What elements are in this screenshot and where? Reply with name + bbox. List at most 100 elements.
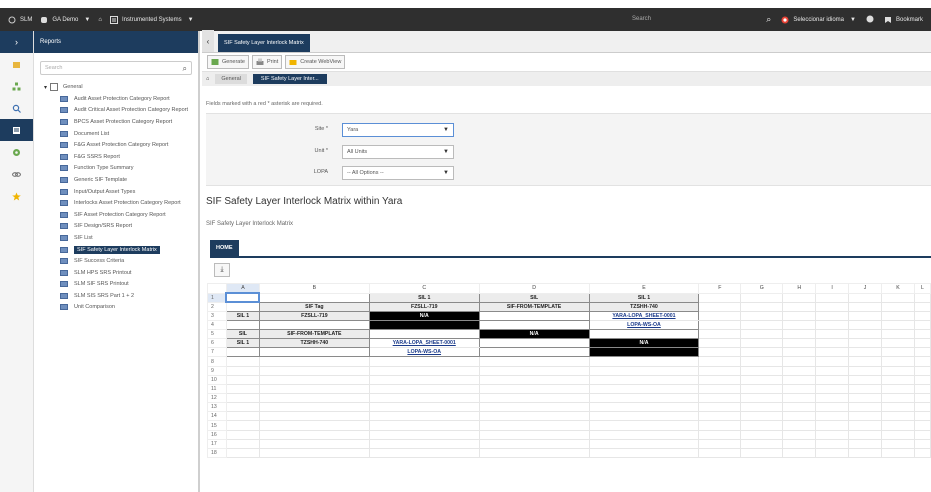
cell-c5[interactable] [368,329,480,340]
cell[interactable] [698,365,742,376]
cell[interactable] [588,411,700,422]
report-item[interactable]: BPCS Asset Protection Category Report [34,116,198,128]
cell[interactable] [881,402,915,413]
cell[interactable] [368,383,480,395]
cell[interactable] [368,411,480,422]
cell[interactable] [913,347,931,358]
cell[interactable] [815,310,850,321]
cell[interactable] [782,402,817,413]
cell[interactable] [913,447,931,459]
cell[interactable] [258,447,370,459]
cell-c1[interactable]: SIL 1 [368,292,480,303]
cell[interactable] [815,402,850,413]
cell[interactable] [258,365,370,376]
cell[interactable] [258,356,370,367]
cell-b7[interactable] [258,347,370,358]
cell[interactable] [258,411,370,422]
cell[interactable] [368,402,480,413]
cell[interactable] [478,356,590,367]
cell-d4[interactable] [478,319,590,331]
column-header[interactable]: C [368,283,480,294]
cell[interactable] [698,402,742,413]
cell[interactable] [225,447,260,459]
module-selector[interactable]: Instrumented Systems ▼ [109,15,194,24]
cell[interactable] [848,383,882,395]
rail-item-assets[interactable] [0,53,33,75]
cell[interactable] [740,438,784,449]
cell[interactable] [258,383,370,395]
cell-b1[interactable] [258,292,370,303]
rail-item-tools[interactable] [0,141,33,163]
cell-e7[interactable] [588,347,700,358]
cell[interactable] [368,356,480,367]
cell[interactable] [815,420,850,431]
cell[interactable] [913,374,931,385]
cell[interactable] [698,338,742,349]
cell[interactable] [848,347,882,358]
rail-item-search[interactable] [0,97,33,119]
cell[interactable] [782,338,817,349]
report-item[interactable]: SIF Design/SRS Report [34,221,198,233]
cell[interactable] [815,383,850,395]
cell[interactable] [815,329,850,340]
cell-a1[interactable] [225,291,261,304]
cell[interactable] [848,411,882,422]
cell[interactable] [698,292,742,303]
cell[interactable] [478,402,590,413]
cell[interactable] [478,429,590,440]
column-header[interactable]: G [740,283,784,294]
create-webview-button[interactable]: Create WebView [285,55,346,69]
tab-home[interactable]: HOME [210,240,239,257]
cell-b4[interactable] [258,319,370,331]
cell-d2[interactable]: SIF-FROM-TEMPLATE [478,301,590,312]
cell[interactable] [913,420,931,431]
cell[interactable] [913,438,931,449]
cell-e2[interactable]: TZSHH-740 [588,301,700,312]
cell[interactable] [881,447,915,459]
cell[interactable] [782,420,817,431]
cell[interactable] [225,429,260,440]
cell[interactable] [740,301,784,312]
cell[interactable] [368,365,480,376]
cell[interactable] [815,411,850,422]
cell[interactable] [881,292,915,303]
cell-b3[interactable]: FZSLL-719 [258,310,370,321]
cell[interactable] [698,383,742,395]
lopa-sheet-link[interactable]: YARA-LOPA_SHEET-0001 [588,310,700,321]
home-icon[interactable]: ⌂ [206,76,209,82]
cell[interactable] [225,411,260,422]
cell[interactable] [588,438,700,449]
cell-a6[interactable]: SIL 1 [225,338,260,349]
report-item[interactable]: SLM SIF SRS Printout [34,279,198,291]
tab-report[interactable]: SIF Safety Layer Interlock Matrix [218,34,310,52]
cell[interactable] [815,347,850,358]
tree-folder-general[interactable]: ▾ General [34,81,198,93]
cell[interactable] [881,356,915,367]
cell[interactable] [881,374,915,385]
cell-d5[interactable]: N/A [478,329,590,340]
cell[interactable] [782,374,817,385]
cell[interactable] [913,383,931,395]
cell[interactable] [588,429,700,440]
cell[interactable] [913,402,931,413]
cell[interactable] [698,429,742,440]
cell[interactable] [478,374,590,385]
report-item[interactable]: Unit Comparison [34,302,198,314]
cell[interactable] [913,292,931,303]
cell[interactable] [698,374,742,385]
report-item[interactable]: SIF List [34,232,198,244]
breadcrumb-general[interactable]: General [215,74,247,84]
cell[interactable] [225,402,260,413]
cell[interactable] [782,319,817,331]
cell[interactable] [588,356,700,367]
home-button[interactable]: ⌂ [98,17,102,23]
cell-d1[interactable]: SIL [478,292,590,303]
cell[interactable] [225,393,260,404]
cell[interactable] [698,411,742,422]
column-header[interactable]: A [225,283,260,294]
report-item[interactable]: SLM SIS SRS Part 1 + 2 [34,290,198,302]
cell[interactable] [698,438,742,449]
cell[interactable] [740,365,784,376]
cell[interactable] [815,393,850,404]
cell[interactable] [740,329,784,340]
